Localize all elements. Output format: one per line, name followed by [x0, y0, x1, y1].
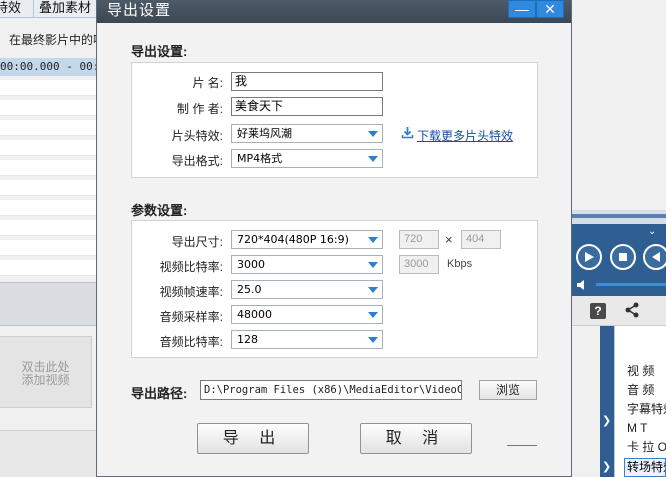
audio-bitrate-select[interactable]: 128	[231, 330, 383, 349]
chevron-down-icon[interactable]: ⌄	[648, 226, 656, 237]
audio-bitrate-value: 128	[237, 333, 258, 346]
author-label: 制 作 者:	[176, 102, 223, 116]
list-item[interactable]: 字幕特效	[627, 402, 666, 417]
size-select[interactable]: 720*404(480P 16:9)	[231, 230, 383, 249]
audio-sample-rate-label: 音频采样率:	[159, 310, 223, 324]
stop-icon[interactable]	[610, 244, 636, 270]
background-hint-text: 在最终影片中的哪	[9, 33, 100, 47]
export-settings-dialog: 导出设置 — ✕ 导出设置: 片 名: 我 制 作 者: 美食天下 片头特效: …	[96, 0, 572, 477]
bitrate-unit: Kbps	[447, 258, 473, 270]
dialog-title: 导出设置	[107, 2, 172, 19]
intro-effect-value: 好莱坞风潮	[237, 127, 292, 140]
volume-slider[interactable]	[596, 283, 666, 286]
list-item[interactable]: M T	[627, 421, 666, 436]
list-item[interactable]	[0, 200, 100, 216]
list-item[interactable]	[0, 140, 100, 156]
export-button[interactable]: 导 出	[197, 423, 309, 454]
author-field[interactable]: 美食天下	[231, 97, 383, 116]
export-section-label: 导出设置:	[131, 44, 188, 59]
chevron-right-icon[interactable]: ❯	[602, 460, 611, 473]
list-item[interactable]	[0, 180, 100, 196]
intro-effect-select[interactable]: 好莱坞风潮	[231, 124, 383, 143]
chevron-down-icon	[368, 156, 378, 162]
background-bottom-panel	[0, 430, 100, 477]
list-item-selected[interactable]: 转场特效	[624, 458, 666, 477]
list-item[interactable]: 视 频	[627, 364, 666, 379]
tab-effects[interactable]: 特效	[0, 0, 34, 18]
format-select[interactable]: MP4格式	[231, 149, 383, 168]
play-icon[interactable]	[576, 244, 602, 270]
previous-frame-icon[interactable]	[643, 244, 666, 270]
name-field[interactable]: 我	[231, 72, 383, 91]
chevron-down-icon	[368, 337, 378, 343]
format-label: 导出格式:	[171, 154, 223, 168]
resize-grip	[507, 445, 537, 446]
size-label: 导出尺寸:	[171, 235, 223, 249]
intro-effect-label: 片头特效:	[171, 129, 223, 143]
audio-sample-rate-select[interactable]: 48000	[231, 305, 383, 324]
list-item[interactable]	[0, 160, 100, 176]
chevron-down-icon	[368, 131, 378, 137]
audio-sample-rate-value: 48000	[237, 308, 272, 321]
frame-rate-label: 视频帧速率:	[159, 285, 223, 299]
background-timecode-row[interactable]: 00:00.000 - 00:00	[0, 58, 100, 76]
player-header-stripe	[572, 214, 666, 218]
audio-bitrate-label: 音频比特率:	[159, 335, 223, 349]
chevron-right-icon[interactable]: ❯	[602, 414, 611, 427]
list-item[interactable]	[0, 100, 100, 116]
dialog-titlebar[interactable]: 导出设置 — ✕	[97, 0, 571, 23]
frame-rate-select[interactable]: 25.0	[231, 280, 383, 299]
list-item[interactable]: 音 频	[627, 383, 666, 398]
list-item[interactable]	[0, 240, 100, 256]
list-item[interactable]	[0, 220, 100, 236]
download-more-intro-link[interactable]: 下载更多片头特效	[417, 127, 513, 144]
right-toolbar	[572, 296, 666, 326]
volume-icon[interactable]	[577, 279, 589, 290]
browse-button[interactable]: 浏览	[479, 380, 537, 400]
background-tab-bar: 特效 叠加素材	[0, 0, 100, 18]
close-button[interactable]: ✕	[536, 0, 564, 18]
times-sign: ×	[445, 232, 453, 247]
list-item[interactable]: 卡 拉 O	[627, 440, 666, 455]
chevron-down-icon	[368, 287, 378, 293]
video-bitrate-value: 3000	[237, 258, 265, 271]
video-bitrate-field: 3000	[399, 255, 439, 274]
chevron-down-icon	[368, 312, 378, 318]
video-bitrate-label: 视频比特率:	[159, 260, 223, 274]
download-icon[interactable]	[401, 126, 414, 139]
minimize-icon: —	[515, 1, 529, 17]
chevron-down-icon	[368, 262, 378, 268]
list-item[interactable]	[0, 80, 100, 96]
format-value: MP4格式	[237, 152, 283, 165]
height-field: 404	[461, 230, 501, 249]
list-item[interactable]	[0, 120, 100, 136]
add-video-line-2: 添加视频	[21, 373, 70, 387]
cancel-button[interactable]: 取 消	[360, 423, 472, 454]
help-icon[interactable]: ?	[590, 303, 606, 319]
export-path-field[interactable]: D:\Program Files (x86)\MediaEditor\Video…	[200, 380, 462, 400]
share-icon[interactable]	[624, 302, 640, 321]
name-label: 片 名:	[192, 76, 223, 90]
add-video-button[interactable]: 双击此处 添加视频	[0, 336, 92, 408]
parameter-section-label: 参数设置:	[131, 203, 188, 218]
list-item[interactable]	[0, 260, 100, 276]
size-value: 720*404(480P 16:9)	[237, 233, 349, 246]
right-side-strip	[600, 326, 614, 477]
minimize-button[interactable]: —	[508, 0, 536, 18]
width-field: 720	[399, 230, 439, 249]
export-path-label: 导出路径:	[131, 386, 188, 401]
chevron-down-icon	[368, 237, 378, 243]
close-icon: ✕	[544, 1, 556, 17]
video-bitrate-select[interactable]: 3000	[231, 255, 383, 274]
background-toolbar	[0, 282, 100, 326]
frame-rate-value: 25.0	[237, 283, 262, 296]
